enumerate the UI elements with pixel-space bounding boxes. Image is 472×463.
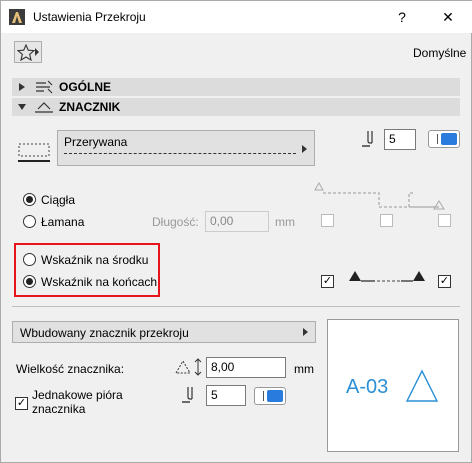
marker-size-icon (175, 358, 202, 376)
title-bar: Ustawienia Przekroju ? ✕ (1, 1, 472, 33)
star-icon (17, 44, 35, 61)
pointer-ends-label: Wskaźnik na końcach (41, 275, 158, 289)
line-type-label: Przerywana (64, 135, 128, 149)
broken-start-checkbox[interactable] (321, 214, 334, 227)
marker-section-icon (35, 102, 53, 113)
preview-marker-label: A-03 (346, 376, 389, 398)
marker-pen-toggle[interactable] (254, 387, 286, 405)
line-solid-label: Ciągła (41, 193, 76, 207)
pointer-start-checkbox[interactable]: ✓ (321, 275, 334, 288)
pointer-ends-radio[interactable] (23, 275, 36, 288)
same-pens-label-line1: Jednakowe pióra (32, 388, 123, 402)
line-solid-radio[interactable] (23, 193, 36, 206)
window-title: Ustawienia Przekroju (33, 10, 146, 24)
same-pens-checkbox[interactable]: ✓ (15, 397, 28, 410)
chevron-right-icon (35, 48, 39, 56)
marker-type-dropdown[interactable]: Wbudowany znacznik przekroju (12, 321, 316, 343)
marker-pen-input[interactable]: 5 (206, 385, 246, 406)
same-pens-label-line2: znacznika (32, 402, 86, 416)
section-marker-header[interactable]: ZNACZNIK (12, 98, 460, 116)
collapse-icon (18, 104, 26, 110)
line-type-icon (18, 143, 50, 162)
pointer-ends-diagram (349, 271, 425, 282)
section-general-header[interactable]: OGÓLNE (12, 78, 460, 96)
general-settings-icon (36, 80, 53, 94)
line-broken-label: Łamana (41, 215, 85, 229)
length-input[interactable]: 0,00 (205, 211, 269, 232)
length-unit: mm (275, 215, 295, 229)
pointer-middle-radio[interactable] (23, 253, 36, 266)
marker-size-label: Wielkość znacznika: (16, 362, 125, 376)
close-button[interactable]: ✕ (425, 1, 471, 33)
section-general-title: OGÓLNE (59, 80, 112, 94)
dropdown-arrow-icon (303, 328, 308, 336)
pen-override-toggle[interactable] (428, 130, 460, 148)
pen-icon (362, 131, 373, 147)
preview-triangle-icon (405, 369, 439, 402)
help-button[interactable]: ? (379, 1, 425, 33)
marker-type-label: Wbudowany znacznik przekroju (20, 326, 189, 340)
line-type-preview (64, 153, 296, 154)
toggle-bar (437, 134, 438, 144)
marker-preview: A-03 (327, 319, 459, 452)
line-broken-radio[interactable] (23, 215, 36, 228)
pointer-end-checkbox[interactable]: ✓ (438, 275, 451, 288)
pen-input[interactable]: 5 (384, 129, 416, 150)
toggle-knob (267, 390, 283, 402)
toggle-knob (441, 133, 457, 145)
marker-pen-icon (182, 387, 193, 403)
settings-dialog: Ustawienia Przekroju ? ✕ Domyślne OGÓLNE… (0, 0, 472, 463)
broken-middle-checkbox[interactable] (380, 214, 393, 227)
defaults-label: Domyślne (413, 46, 467, 60)
toggle-bar (263, 391, 264, 401)
marker-size-unit: mm (294, 362, 314, 376)
line-type-dropdown[interactable]: Przerywana (57, 130, 315, 166)
section-marker-title: ZNACZNIK (59, 100, 121, 114)
marker-size-input[interactable]: 8,00 (206, 357, 286, 378)
broken-end-checkbox[interactable] (438, 214, 451, 227)
expand-icon (19, 83, 25, 91)
favorites-button[interactable] (14, 41, 42, 63)
divider (12, 306, 460, 307)
dropdown-arrow-icon (302, 145, 307, 153)
length-label: Długość: (152, 215, 199, 229)
pointer-middle-label: Wskaźnik na środku (41, 253, 149, 267)
app-icon (9, 9, 25, 25)
